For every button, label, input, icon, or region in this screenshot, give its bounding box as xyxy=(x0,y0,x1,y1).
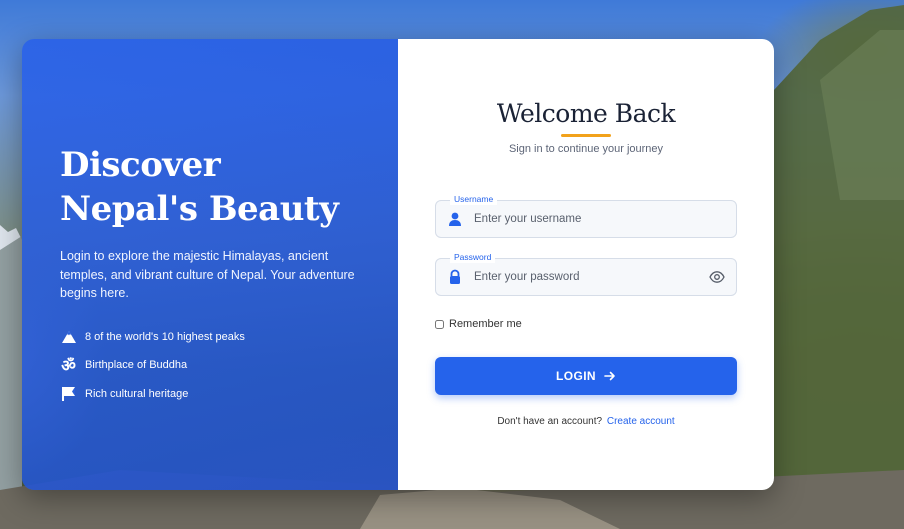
feature-label: Birthplace of Buddha xyxy=(85,359,188,372)
title-underline xyxy=(561,134,611,137)
flag-icon xyxy=(60,385,77,402)
login-label: LOGIN xyxy=(556,369,596,383)
om-icon: ॐ xyxy=(61,356,76,376)
login-button[interactable]: LOGIN xyxy=(435,357,737,395)
user-icon xyxy=(449,212,461,226)
feature-list: 8 of the world's 10 highest peaks ॐ Birt… xyxy=(60,323,368,409)
hero-title: Discover Nepal's Beauty xyxy=(60,145,339,229)
arrow-right-icon xyxy=(604,371,615,381)
login-card: Discover Nepal's Beauty Login to explore… xyxy=(22,39,774,490)
hero-description: Login to explore the majestic Himalayas,… xyxy=(60,249,355,300)
signup-text: Don't have an account? xyxy=(497,416,603,427)
password-field: Password xyxy=(435,251,737,296)
form-title: Welcome Back xyxy=(496,99,676,128)
remember-checkbox[interactable] xyxy=(435,319,444,329)
feature-label: Rich cultural heritage xyxy=(85,387,189,400)
form-subtitle: Sign in to continue your journey xyxy=(508,143,664,155)
create-account-link[interactable]: Create account xyxy=(607,416,675,427)
feature-item: Rich cultural heritage xyxy=(60,380,368,409)
hero-panel: Discover Nepal's Beauty Login to explore… xyxy=(22,39,398,490)
feature-label: 8 of the world's 10 highest peaks xyxy=(85,330,245,343)
remember-label: Remember me xyxy=(449,318,522,330)
eye-icon[interactable] xyxy=(709,270,725,284)
username-input[interactable] xyxy=(474,201,694,237)
username-field: Username xyxy=(435,193,737,238)
lock-icon xyxy=(450,269,460,284)
feature-item: 8 of the world's 10 highest peaks xyxy=(60,323,368,352)
signup-prompt: Don't have an account? Create account xyxy=(398,416,774,427)
mountain-icon xyxy=(60,328,77,345)
feature-item: ॐ Birthplace of Buddha xyxy=(60,351,368,380)
login-form-panel: Welcome Back Sign in to continue your jo… xyxy=(398,39,774,490)
remember-me[interactable]: Remember me xyxy=(435,318,522,330)
password-input[interactable] xyxy=(474,259,694,295)
